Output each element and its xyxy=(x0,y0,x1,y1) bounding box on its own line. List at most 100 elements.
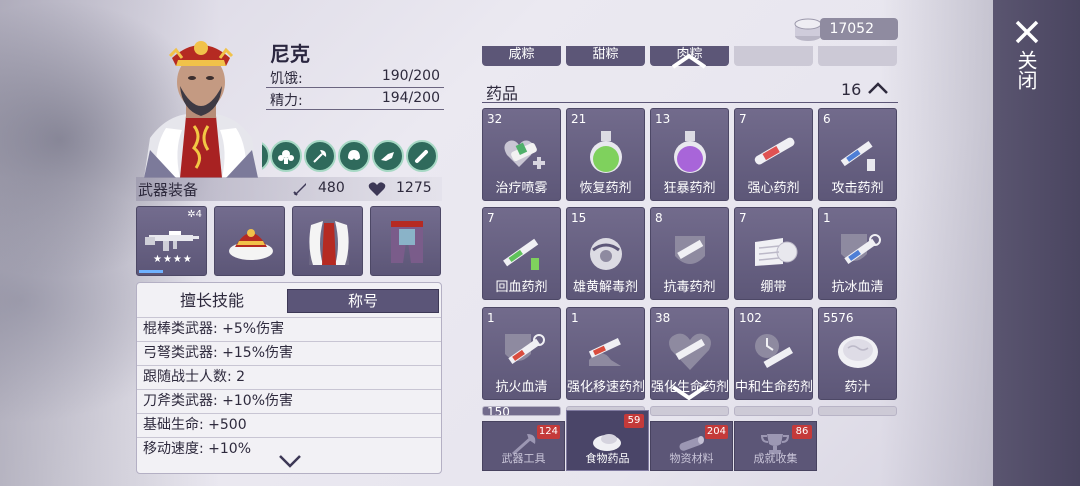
skill-row: 刀斧类武器: +10%伤害 xyxy=(137,389,441,413)
tab-label: 成就收集 xyxy=(753,452,798,465)
anti-poison-icon xyxy=(675,236,705,264)
skill-icon[interactable] xyxy=(262,140,270,172)
item-name: 狂暴药剂 xyxy=(663,181,716,196)
weapon-stars: ★★★★ xyxy=(153,254,193,265)
attack-value: 480 xyxy=(318,180,345,196)
tab-weapons-tools[interactable]: 124 武器工具 xyxy=(482,421,565,471)
item-card[interactable]: 5576 药汁 xyxy=(818,307,897,400)
tab-label: 武器工具 xyxy=(501,452,546,465)
currency-amount: 17052 xyxy=(820,18,898,40)
item-quantity: 21 xyxy=(571,112,587,126)
item-name: 强心药剂 xyxy=(747,181,800,196)
item-name: 绷带 xyxy=(760,280,787,295)
item-card[interactable]: 1 抗冰血清 xyxy=(818,207,897,300)
item-card[interactable]: 8 抗毒药剂 xyxy=(650,207,729,300)
item-card[interactable]: 13 狂暴药剂 xyxy=(650,108,729,201)
item-quantity: 7 xyxy=(739,112,747,126)
item-card[interactable]: 6 攻击药剂 xyxy=(818,108,897,201)
weapon-slot[interactable]: ✲4 ★★★★ xyxy=(136,206,207,276)
close-panel[interactable]: 关闭 xyxy=(993,0,1080,486)
tab-specialty-skills[interactable]: 擅长技能 xyxy=(137,289,287,313)
count-badge: 204 xyxy=(704,425,728,439)
green-potion-icon xyxy=(590,131,622,173)
hunger-stat: 饥饿: 190/200 xyxy=(266,66,444,88)
blue-syringe-icon xyxy=(840,140,875,171)
legs-slot[interactable] xyxy=(370,206,441,276)
tab-title[interactable]: 称号 xyxy=(287,289,439,313)
skill-row: 棍棒类武器: +5%伤害 xyxy=(137,317,441,341)
item-card[interactable]: 21 恢复药剂 xyxy=(566,108,645,201)
item-name: 抗毒药剂 xyxy=(663,280,716,295)
green-syringe-icon xyxy=(503,238,539,270)
sword-icon xyxy=(292,181,308,201)
item-quantity: 7 xyxy=(739,211,747,225)
item-card[interactable]: 150 xyxy=(482,406,561,416)
item-name: 攻击药剂 xyxy=(831,181,884,196)
close-icon[interactable] xyxy=(1013,18,1041,46)
neutral-life-icon xyxy=(755,334,793,368)
item-card[interactable]: 102 中和生命药剂 xyxy=(734,307,813,400)
item-card[interactable]: 15 雄黄解毒剂 xyxy=(566,207,645,300)
item-quantity: 13 xyxy=(655,112,671,126)
food-tab-empty xyxy=(734,46,813,66)
food-tab[interactable]: 咸粽 xyxy=(482,46,561,66)
strength-skill-icon[interactable] xyxy=(338,140,370,172)
scroll-up-icon[interactable] xyxy=(670,52,708,70)
item-card[interactable]: 7 绷带 xyxy=(734,207,813,300)
item-quantity: 5576 xyxy=(823,311,854,325)
item-name: 强化移速药剂 xyxy=(567,380,645,395)
item-card[interactable]: 7 强心药剂 xyxy=(734,108,813,201)
count-badge: 59 xyxy=(624,414,644,428)
anti-fire-serum-icon xyxy=(505,334,545,365)
chevron-up-icon[interactable] xyxy=(866,80,890,96)
rifle-icon xyxy=(145,231,199,251)
medicine-skill-icon[interactable] xyxy=(406,140,438,172)
skill-row: 弓弩类武器: +15%伤害 xyxy=(137,341,441,365)
flower-skill-icon[interactable] xyxy=(270,140,302,172)
tab-supplies-materials[interactable]: 204 物资材料 xyxy=(650,421,733,471)
item-quantity: 150 xyxy=(487,406,510,416)
scroll-down-icon[interactable] xyxy=(670,384,708,402)
character-portrait xyxy=(136,30,266,178)
item-quantity: 1 xyxy=(823,211,831,225)
tab-achievements[interactable]: 86 成就收集 xyxy=(734,421,817,471)
item-quantity: 1 xyxy=(487,311,495,325)
food-tab[interactable]: 甜粽 xyxy=(566,46,645,66)
speed-boost-icon xyxy=(588,338,621,366)
body-slot[interactable] xyxy=(292,206,363,276)
crown-hat-icon xyxy=(229,229,273,260)
chevron-down-icon[interactable] xyxy=(277,453,303,469)
hunger-label: 饥饿: xyxy=(270,71,303,87)
weapon-level: ✲4 xyxy=(187,209,202,220)
equipment-title: 武器装备 xyxy=(138,181,199,199)
close-label[interactable]: 关闭 xyxy=(1013,50,1038,90)
item-quantity: 38 xyxy=(655,311,671,325)
throw-skill-icon[interactable] xyxy=(372,140,404,172)
item-name: 治疗喷雾 xyxy=(495,181,548,196)
item-quantity: 1 xyxy=(571,311,579,325)
item-card[interactable]: 7 回血药剂 xyxy=(482,207,561,300)
axe-skill-icon[interactable] xyxy=(304,140,336,172)
health-value: 1275 xyxy=(396,180,432,196)
pants-icon xyxy=(391,221,423,263)
item-quantity: 15 xyxy=(571,211,587,225)
item-card[interactable]: 32 治疗喷雾 xyxy=(482,108,561,201)
tab-food-medicine[interactable]: 59 食物药品 xyxy=(566,410,649,471)
robe-icon xyxy=(309,219,349,265)
tab-label: 物资材料 xyxy=(669,452,714,465)
spray-icon xyxy=(504,140,545,169)
weapon-durability-bar xyxy=(139,270,163,273)
character-name: 尼克 xyxy=(270,42,310,66)
item-name: 抗火血清 xyxy=(495,380,548,395)
head-slot[interactable] xyxy=(214,206,285,276)
item-name: 药汁 xyxy=(844,380,871,395)
item-card[interactable]: 1 抗火血清 xyxy=(482,307,561,400)
heart-icon xyxy=(368,181,386,201)
broth-bowl-icon xyxy=(838,336,878,368)
item-card[interactable]: 1 强化移速药剂 xyxy=(566,307,645,400)
anti-ice-serum-icon xyxy=(841,234,881,265)
skill-row: 基础生命: +500 xyxy=(137,413,441,437)
tab-label: 食物药品 xyxy=(585,452,630,465)
count-badge: 86 xyxy=(792,425,812,439)
life-boost-icon xyxy=(669,333,711,370)
